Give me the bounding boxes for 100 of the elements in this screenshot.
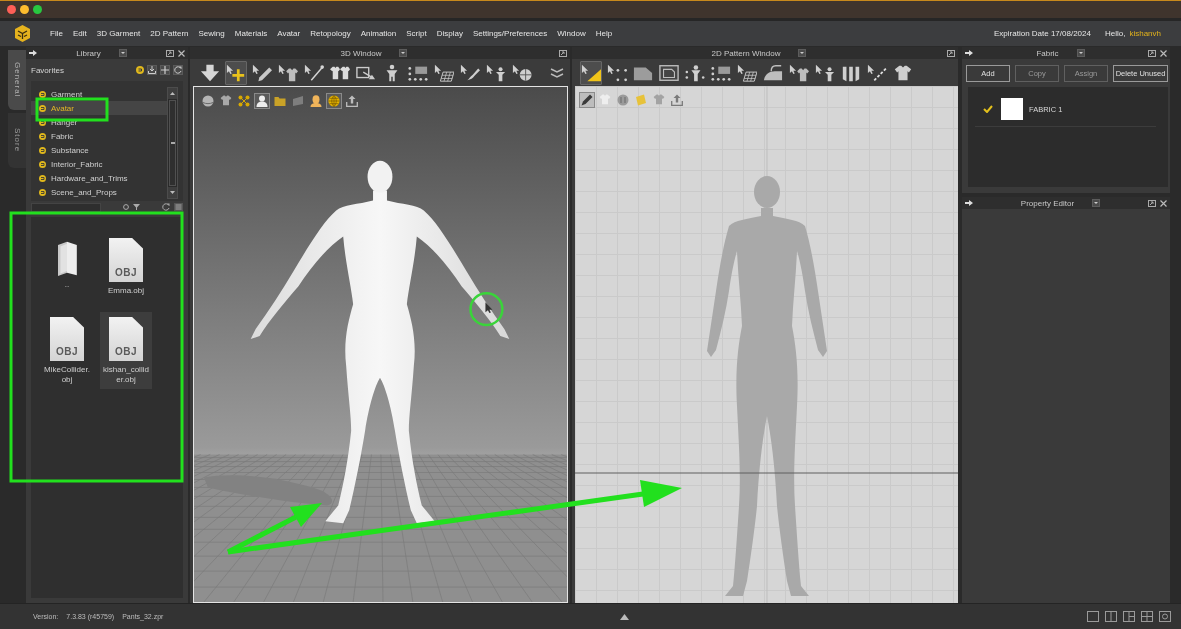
menu-item[interactable]: Help xyxy=(595,29,613,38)
view-toggle-button[interactable] xyxy=(326,93,342,109)
library-item[interactable]: Hardware_and_Trims xyxy=(31,171,167,185)
panel-title: 2D Pattern Window xyxy=(711,48,781,58)
cursor-shirt-icon xyxy=(278,63,298,82)
library-item[interactable]: Hanger xyxy=(31,115,167,129)
menu-item[interactable]: Avatar xyxy=(277,29,301,38)
view-toggle-button[interactable] xyxy=(290,93,306,109)
double-chevron-icon[interactable] xyxy=(550,67,564,78)
scroll-up-button[interactable] xyxy=(168,88,177,99)
cursor-grid-icon xyxy=(737,63,757,82)
menu-item[interactable]: Edit xyxy=(72,29,87,38)
scroll-thumb[interactable] xyxy=(169,100,176,186)
three-pane-icon[interactable] xyxy=(1123,611,1135,622)
menu-item[interactable]: File xyxy=(50,29,63,38)
close-window-icon[interactable] xyxy=(7,5,16,14)
minimize-window-icon[interactable] xyxy=(20,5,29,14)
library-item[interactable]: Avatar xyxy=(31,101,167,115)
zoom-window-icon[interactable] xyxy=(33,5,42,14)
refresh-icon[interactable] xyxy=(162,203,170,211)
dropdown-button[interactable] xyxy=(798,49,807,57)
close-icon[interactable] xyxy=(1160,199,1167,207)
menu-item[interactable]: 3D Garment xyxy=(96,29,141,38)
menu-item[interactable]: Animation xyxy=(360,29,397,38)
menu-item[interactable]: 2D Pattern xyxy=(150,29,189,38)
asset-name: .. xyxy=(63,280,71,290)
disc-icon xyxy=(39,132,46,140)
search-field[interactable] xyxy=(31,202,101,212)
asset-tile[interactable]: OBJ MikeCollider.obj xyxy=(41,312,93,389)
side-tab[interactable]: General xyxy=(8,50,26,110)
triangle-up-icon[interactable] xyxy=(620,613,629,620)
menu-item[interactable]: Window xyxy=(557,29,586,38)
asset-tile[interactable]: OBJ Emma.obj xyxy=(100,233,152,300)
dropdown-button[interactable] xyxy=(1092,199,1101,207)
library-item[interactable]: Interior_Fabric xyxy=(31,157,167,171)
menu-item[interactable]: Materials xyxy=(234,29,268,38)
ring-icon[interactable] xyxy=(469,291,504,327)
caret-up-icon xyxy=(170,92,175,95)
sphere-icon xyxy=(617,94,629,106)
menu-item[interactable]: Script xyxy=(406,29,427,38)
caret-icon xyxy=(401,52,406,54)
tool-button[interactable] xyxy=(225,60,247,85)
cursor-dots-icon xyxy=(607,63,627,82)
close-icon[interactable] xyxy=(178,49,185,57)
float-window-icon[interactable] xyxy=(1148,49,1156,57)
view-toggle-button[interactable] xyxy=(236,93,252,109)
library-item[interactable]: Substance xyxy=(31,143,167,157)
library-item[interactable]: Fabric xyxy=(31,129,167,143)
filter-icon[interactable] xyxy=(133,204,140,210)
pin-arrow-icon[interactable] xyxy=(29,50,37,56)
view-toggle-button[interactable] xyxy=(615,92,631,108)
dropdown-button[interactable] xyxy=(1076,49,1085,57)
screen-icon[interactable] xyxy=(1159,611,1171,622)
float-window-icon[interactable] xyxy=(166,49,174,57)
dropdown-button[interactable] xyxy=(118,49,127,57)
pin-arrow-icon[interactable] xyxy=(965,200,973,206)
disc-icon xyxy=(39,104,46,112)
four-pane-icon[interactable] xyxy=(1141,611,1153,622)
asset-name: Emma.obj xyxy=(107,286,145,296)
library-item[interactable]: Garment xyxy=(31,87,167,101)
scroll-down-button[interactable] xyxy=(168,187,177,198)
disc-icon xyxy=(39,160,46,168)
scrollbar[interactable] xyxy=(167,87,178,199)
view-toggle-button[interactable] xyxy=(669,92,685,108)
tool-button[interactable] xyxy=(580,60,602,85)
view-toggle-button[interactable] xyxy=(579,92,595,108)
sheet-icon xyxy=(292,95,304,107)
download-button[interactable] xyxy=(147,65,157,75)
cube-logo-icon xyxy=(14,25,31,42)
float-window-icon[interactable] xyxy=(1148,199,1156,207)
user-name[interactable]: kishanvh xyxy=(1129,29,1161,38)
library-item[interactable]: Scene_and_Props xyxy=(31,185,167,199)
menu-item[interactable]: Settings/Preferences xyxy=(472,29,548,38)
asset-tile[interactable]: OBJ kishan_collider.obj xyxy=(100,312,152,389)
circle-icon[interactable] xyxy=(123,204,129,210)
float-window-icon[interactable] xyxy=(559,49,567,57)
cursor-plus-icon xyxy=(226,63,246,82)
view-toggle-button[interactable] xyxy=(200,93,216,109)
view-toggle-button[interactable] xyxy=(633,92,649,108)
menu-item[interactable]: Retopology xyxy=(310,29,351,38)
single-pane-icon[interactable] xyxy=(1087,611,1099,622)
pin-arrow-icon[interactable] xyxy=(965,50,973,56)
menu-item[interactable]: Sewing xyxy=(198,29,225,38)
cursor-line-icon xyxy=(867,63,887,82)
expiration-date: Expiration Date 17/08/2024 xyxy=(994,29,1091,38)
view-toggle-button[interactable] xyxy=(254,93,270,109)
menu-item[interactable]: Display xyxy=(436,29,463,38)
add-button[interactable] xyxy=(160,65,170,75)
side-tab[interactable]: Store xyxy=(8,113,26,168)
view-toggle-button[interactable] xyxy=(344,93,360,109)
dropdown-button[interactable] xyxy=(399,49,408,57)
asset-tile[interactable]: .. xyxy=(41,233,93,300)
float-window-icon[interactable] xyxy=(947,49,955,57)
view-toggle-button[interactable] xyxy=(308,93,324,109)
disc-icon[interactable] xyxy=(136,66,144,74)
close-icon[interactable] xyxy=(1160,49,1167,57)
two-pane-icon[interactable] xyxy=(1105,611,1117,622)
disc-icon xyxy=(39,146,46,154)
cursor-grid-icon xyxy=(434,63,454,82)
refresh-button[interactable] xyxy=(173,65,183,75)
